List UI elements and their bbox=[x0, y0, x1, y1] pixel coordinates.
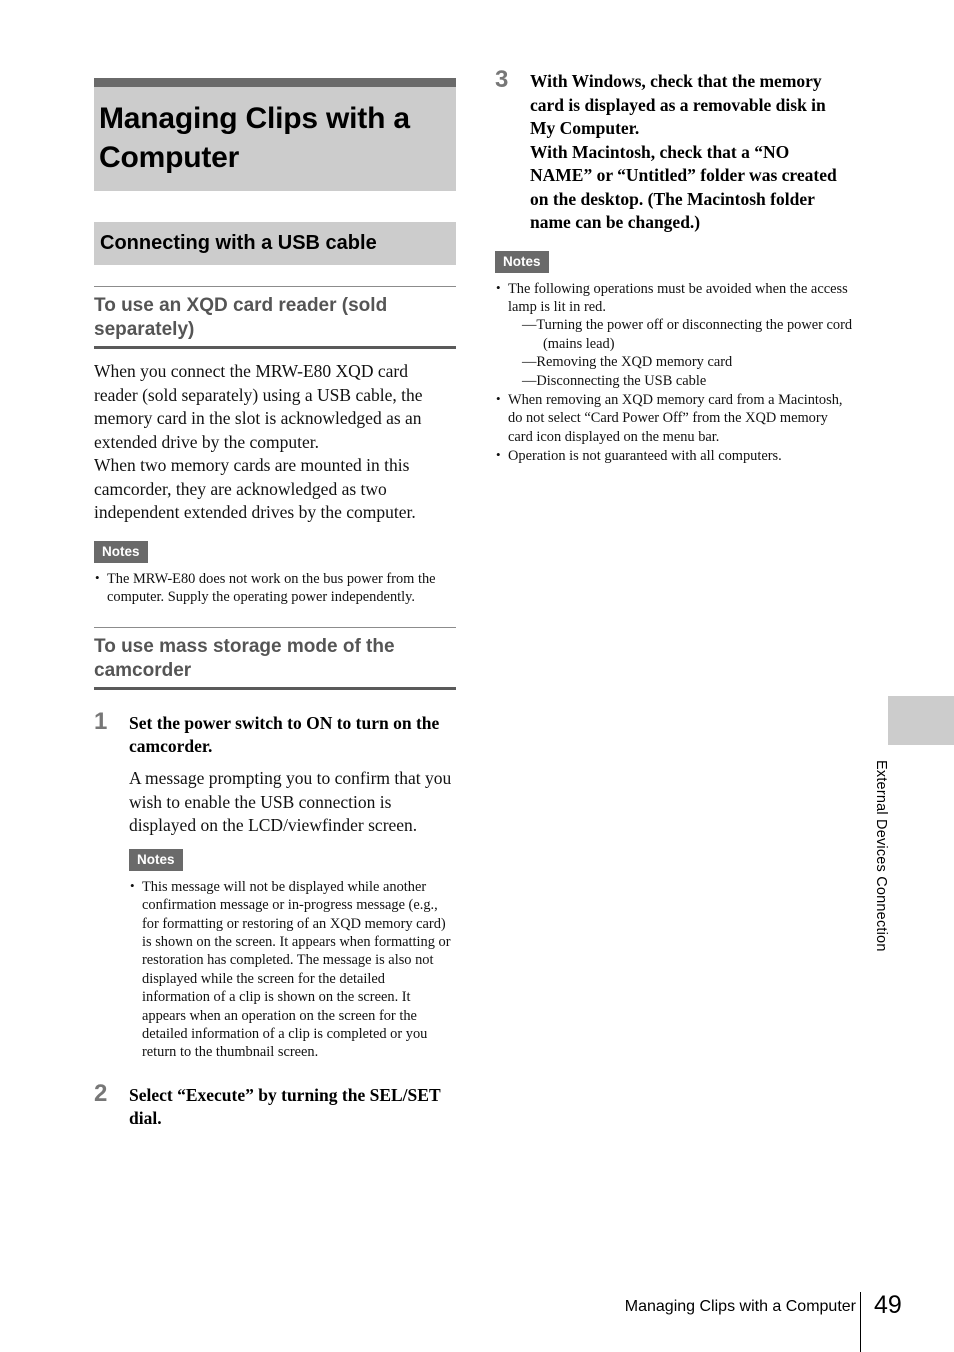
subheading-mass-storage-text: To use mass storage mode of the camcorde… bbox=[94, 636, 395, 682]
step-1-number: 1 bbox=[94, 708, 108, 736]
left-column: Managing Clips with a Computer Connectin… bbox=[94, 78, 456, 1130]
note-sub-items: —Turning the power off or disconnecting … bbox=[508, 316, 855, 390]
section-heading-band: Connecting with a USB cable bbox=[94, 222, 456, 265]
notes-badge: Notes bbox=[129, 848, 183, 871]
list-item: This message will not be displayed while… bbox=[129, 877, 456, 1062]
side-tab-marker bbox=[888, 696, 954, 745]
step-3: 3 With Windows, check that the memory ca… bbox=[495, 66, 855, 235]
note-sub-item: —Turning the power off or disconnecting … bbox=[522, 317, 853, 352]
page-title: Managing Clips with a Computer bbox=[94, 87, 456, 191]
notes-badge: Notes bbox=[495, 250, 549, 273]
page-footer: Managing Clips with a Computer 49 bbox=[0, 1290, 954, 1352]
list-item: When removing an XQD memory card from a … bbox=[495, 390, 855, 446]
notes-badge: Notes bbox=[94, 540, 148, 563]
step-2: 2 Select “Execute” by turning the SEL/SE… bbox=[94, 1079, 456, 1130]
footer-divider bbox=[860, 1292, 861, 1352]
step-3-notes-list: The following operations must be avoided… bbox=[495, 278, 855, 466]
chapter-top-rule bbox=[94, 78, 456, 87]
list-item: The following operations must be avoided… bbox=[495, 278, 855, 390]
list-item: The MRW-E80 does not work on the bus pow… bbox=[94, 569, 456, 607]
note-sub-item: —Removing the XQD memory card bbox=[522, 354, 733, 371]
step-3-title-line-1: With Windows, check that the memory card… bbox=[530, 71, 826, 138]
step-2-title: Select “Execute” by turning the SEL/SET … bbox=[129, 1084, 441, 1128]
note-sub-item: —Disconnecting the USB cable bbox=[522, 372, 707, 389]
step-3-title-line-2: With Macintosh, check that a “NO NAME” o… bbox=[530, 141, 837, 233]
note-lead-text: The following operations must be avoided… bbox=[508, 280, 848, 315]
card-reader-paragraph-2: When two memory cards are mounted in thi… bbox=[94, 455, 416, 522]
footer-title: Managing Clips with a Computer bbox=[624, 1298, 856, 1315]
chapter-title-block: Managing Clips with a Computer bbox=[94, 78, 456, 191]
list-item: Operation is not guaranteed with all com… bbox=[495, 446, 855, 465]
step-2-number: 2 bbox=[94, 1079, 108, 1107]
step-1-title: Set the power switch to ON to turn on th… bbox=[129, 713, 440, 757]
card-reader-notes-list: The MRW-E80 does not work on the bus pow… bbox=[94, 569, 456, 607]
right-column: 3 With Windows, check that the memory ca… bbox=[495, 66, 855, 467]
step-1: 1 Set the power switch to ON to turn on … bbox=[94, 708, 456, 1062]
card-reader-paragraph-1: When you connect the MRW-E80 XQD card re… bbox=[94, 361, 423, 452]
step-1-notes-list: This message will not be displayed while… bbox=[129, 877, 456, 1062]
subheading-card-reader-text: To use an XQD card reader (sold separate… bbox=[94, 295, 388, 340]
subheading-mass-storage: To use mass storage mode of the camcorde… bbox=[94, 627, 456, 691]
step-3-number: 3 bbox=[495, 66, 509, 93]
page-number: 49 bbox=[874, 1291, 902, 1319]
side-tab-label: External Devices Connection bbox=[873, 760, 889, 952]
subheading-card-reader: To use an XQD card reader (sold separate… bbox=[94, 286, 456, 349]
step-1-body: A message prompting you to confirm that … bbox=[129, 768, 452, 836]
